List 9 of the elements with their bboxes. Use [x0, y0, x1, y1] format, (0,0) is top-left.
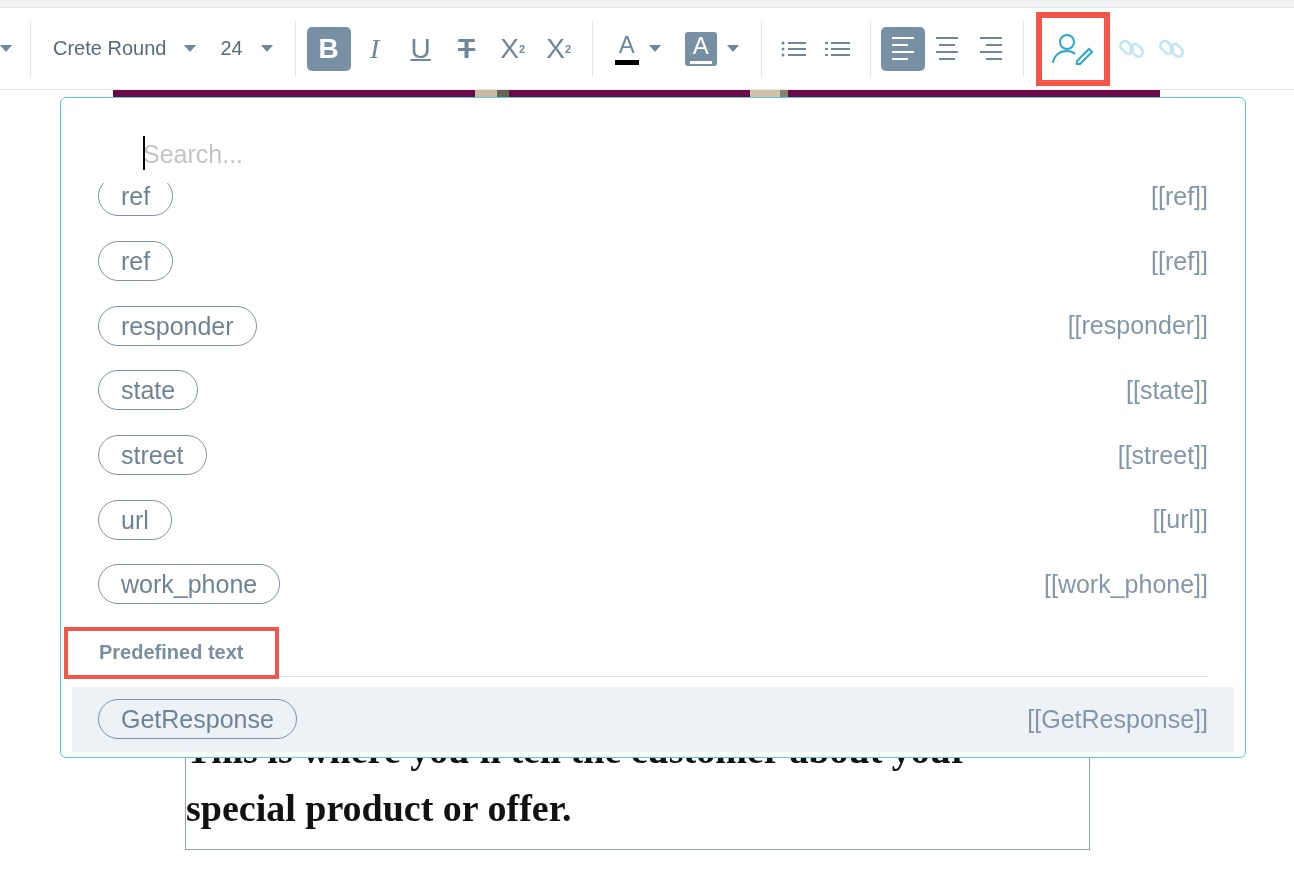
merge-tag: [[state]]: [1126, 375, 1208, 405]
merge-tag: [[work_phone]]: [1044, 569, 1208, 599]
section-title: Predefined text: [64, 627, 280, 679]
merge-tag: [[street]]: [1117, 440, 1208, 470]
merge-tag: [[url]]: [1152, 505, 1208, 535]
merge-tag: [[responder]]: [1067, 311, 1208, 341]
merge-tag: [[ref]]: [1151, 246, 1208, 276]
merge-tag: [[ref]]: [1151, 183, 1208, 211]
merge-tag: [[GetResponse]]: [1027, 704, 1208, 734]
